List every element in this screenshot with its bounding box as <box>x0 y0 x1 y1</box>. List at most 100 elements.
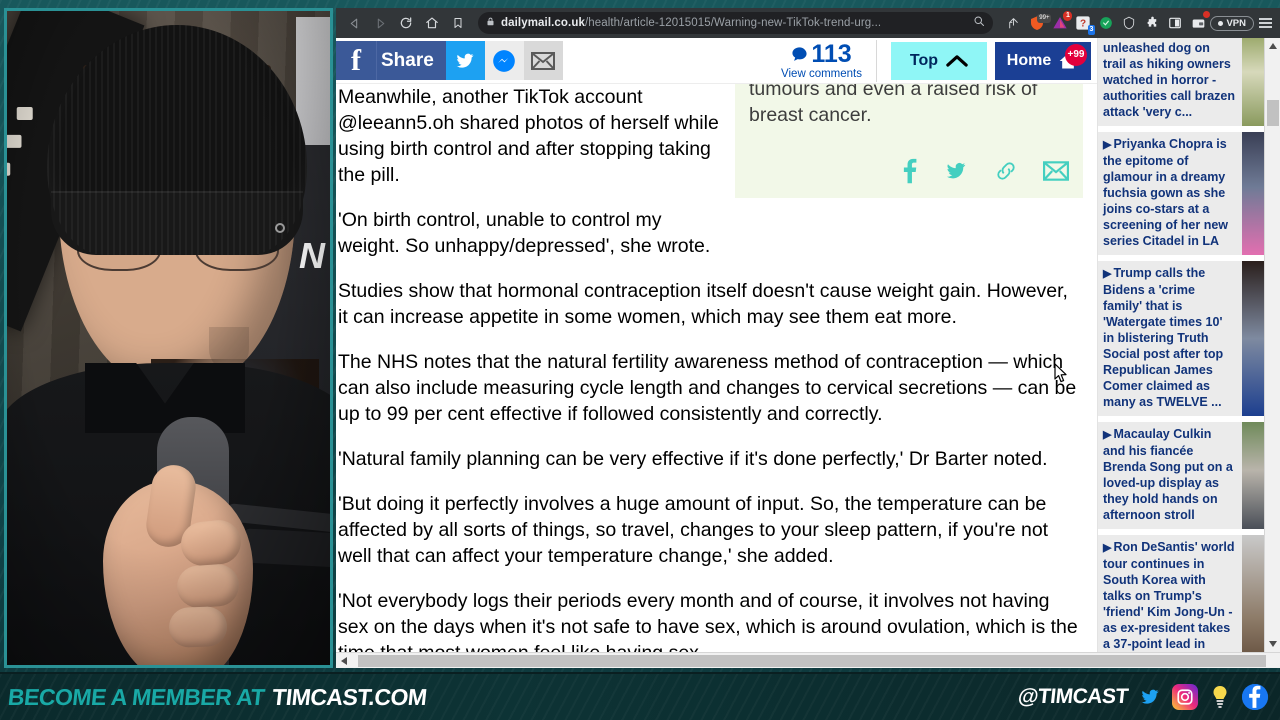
browser-window: dailymail.co.uk/health/article-12015015/… <box>336 8 1280 668</box>
messenger-share-button[interactable] <box>484 41 524 80</box>
sidebar-inner: unleashed dog on trail as hiking owners … <box>1098 38 1264 668</box>
extensions-row: 99+ 1 ? 3 <box>1027 11 1211 35</box>
mouse-cursor <box>1054 363 1068 388</box>
membership-prefix: BECOME A MEMBER AT <box>6 683 266 710</box>
horizontal-scrollbar-thumb[interactable] <box>358 654 1266 667</box>
wallet-icon[interactable] <box>1188 11 1211 33</box>
bullet-arrow-icon: ▶ <box>1103 429 1112 441</box>
vpn-button[interactable]: VPN <box>1210 15 1254 31</box>
sidebar-item-text: Trump calls the Bidens a 'crime family' … <box>1103 266 1224 409</box>
question-badge: 3 <box>1087 25 1096 35</box>
scroll-to-top-button[interactable]: Top <box>891 41 987 80</box>
mic-boom-arm-lower <box>242 528 330 568</box>
social-handle: @TIMCAST <box>1017 685 1130 708</box>
webcam-feed: N <box>4 8 333 668</box>
comments-count: 113 <box>811 39 852 68</box>
home-label: Home <box>1006 51 1052 69</box>
svg-text:?: ? <box>1080 19 1086 30</box>
article-column: f Share 113 View comments Top Home +99 t… <box>336 38 1098 668</box>
article-paragraph: 'But doing it perfectly involves a huge … <box>338 493 1049 567</box>
sidebar-item-label: ▶ Priyanka Chopra is the epitome of glamo… <box>1098 132 1242 255</box>
email-icon <box>531 51 556 70</box>
green-dot-icon[interactable] <box>1096 13 1116 33</box>
pull-quote-share-icons <box>749 158 1069 184</box>
screen-root: N dailymail.co.uk/health/article-1201501… <box>0 0 1280 720</box>
sidebar-item-label: unleashed dog on trail as hiking owners … <box>1103 41 1235 119</box>
messenger-icon <box>493 49 516 72</box>
sidebar-item-4[interactable]: ▶ Ron DeSantis' world tour continues in S… <box>1098 535 1264 668</box>
sidebar-item-2[interactable]: ▶ Trump calls the Bidens a 'crime family'… <box>1098 261 1264 416</box>
chevron-up-icon <box>946 55 968 67</box>
sidebar-item-text: Priyanka Chopra is the epitome of glamou… <box>1103 137 1229 248</box>
stream-banner: BECOME A MEMBER AT TIMCAST.COM @TIMCAST <box>0 672 1280 720</box>
back-arrow-icon[interactable] <box>342 11 366 35</box>
brave-shields-icon[interactable]: 99+ <box>1027 13 1052 33</box>
url-text: dailymail.co.uk/health/article-12015015/… <box>501 17 967 29</box>
facebook-icon <box>1242 684 1268 710</box>
scroll-left-arrow-icon[interactable] <box>336 653 352 669</box>
scroll-down-arrow-icon[interactable] <box>1265 636 1280 652</box>
twitter-icon <box>456 53 474 68</box>
question-mark-icon[interactable]: ? 3 <box>1073 13 1096 35</box>
comment-bubble-icon <box>792 46 807 61</box>
sidebar-article-list: unleashed dog on trail as hiking owners … <box>1098 38 1280 668</box>
horizontal-scrollbar-track[interactable] <box>352 653 1280 669</box>
url-path: /health/article-12015015/Warning-new-Tik… <box>584 17 882 29</box>
instagram-icon <box>1172 684 1198 710</box>
person-hand <box>103 462 253 665</box>
social-handles: @TIMCAST <box>1017 684 1272 710</box>
browser-toolbar: dailymail.co.uk/health/article-12015015/… <box>336 8 1280 38</box>
sidebar-item-0[interactable]: unleashed dog on trail as hiking owners … <box>1098 38 1264 126</box>
article-paragraph: 'Natural family planning can be very eff… <box>338 448 1048 470</box>
vpn-label: VPN <box>1226 17 1246 29</box>
lock-icon <box>486 14 495 32</box>
chrome-menu-icon[interactable] <box>1256 18 1274 28</box>
facebook-share-button[interactable]: f Share <box>336 41 446 80</box>
home-icon[interactable] <box>420 11 444 35</box>
email-share-button[interactable] <box>523 41 563 80</box>
reload-icon[interactable] <box>394 11 418 35</box>
membership-site: TIMCAST.COM <box>271 683 428 710</box>
sidebar-item-1[interactable]: ▶ Priyanka Chopra is the epitome of glamo… <box>1098 132 1264 255</box>
sidebar-item-3[interactable]: ▶ Macaulay Culkin and his fiancée Brenda … <box>1098 422 1264 529</box>
twitter-icon <box>1137 684 1163 710</box>
vertical-scrollbar[interactable] <box>1264 38 1280 668</box>
scroll-up-arrow-icon[interactable] <box>1265 38 1280 54</box>
beanie-logo <box>275 223 285 233</box>
twitter-share-button[interactable] <box>445 41 485 80</box>
alert-triangle-icon[interactable]: 1 <box>1050 11 1073 33</box>
alert-badge: 1 <box>1063 11 1073 21</box>
vertical-scrollbar-thumb[interactable] <box>1267 100 1279 126</box>
sidebar-panel-icon[interactable] <box>1165 13 1185 33</box>
link-icon[interactable] <box>995 158 1017 184</box>
address-bar[interactable]: dailymail.co.uk/health/article-12015015/… <box>478 12 994 34</box>
url-domain: dailymail.co.uk <box>501 17 585 29</box>
sidebar-item-text: Ron DeSantis' world tour continues in So… <box>1103 540 1235 667</box>
page-viewport: f Share 113 View comments Top Home +99 t… <box>336 38 1280 668</box>
share-icon[interactable] <box>1001 11 1025 35</box>
sidebar-thumbnail <box>1242 132 1264 255</box>
puzzle-piece-icon[interactable] <box>1142 13 1162 33</box>
view-comments-label: View comments <box>781 67 862 80</box>
sidebar-item-label: ▶ Macaulay Culkin and his fiancée Brenda … <box>1098 422 1242 529</box>
facebook-icon[interactable] <box>902 158 917 184</box>
bullet-arrow-icon: ▶ <box>1103 139 1112 151</box>
email-icon[interactable] <box>1043 158 1069 184</box>
shirt-collar <box>85 363 245 433</box>
zoom-search-icon[interactable] <box>973 14 985 32</box>
horizontal-scrollbar[interactable] <box>336 652 1280 668</box>
forward-arrow-icon[interactable] <box>368 11 392 35</box>
bullet-arrow-icon: ▶ <box>1103 542 1112 554</box>
home-button[interactable]: Home +99 <box>995 41 1091 80</box>
brave-shields-badge: 99+ <box>1037 14 1052 23</box>
twitter-icon[interactable] <box>943 158 969 184</box>
view-comments-button[interactable]: 113 View comments <box>767 39 877 82</box>
sidebar-thumbnail <box>1242 535 1264 668</box>
social-share-bar: f Share 113 View comments Top Home +99 <box>336 38 1097 84</box>
shield-icon[interactable] <box>1119 13 1139 33</box>
webcam-scene: N <box>7 11 330 665</box>
bookmark-icon[interactable] <box>446 11 470 35</box>
vpn-status-dot <box>1218 20 1224 26</box>
sidebar-thumbnail <box>1242 261 1264 416</box>
article-paragraph: 'On birth control, unable to control my … <box>338 209 711 257</box>
